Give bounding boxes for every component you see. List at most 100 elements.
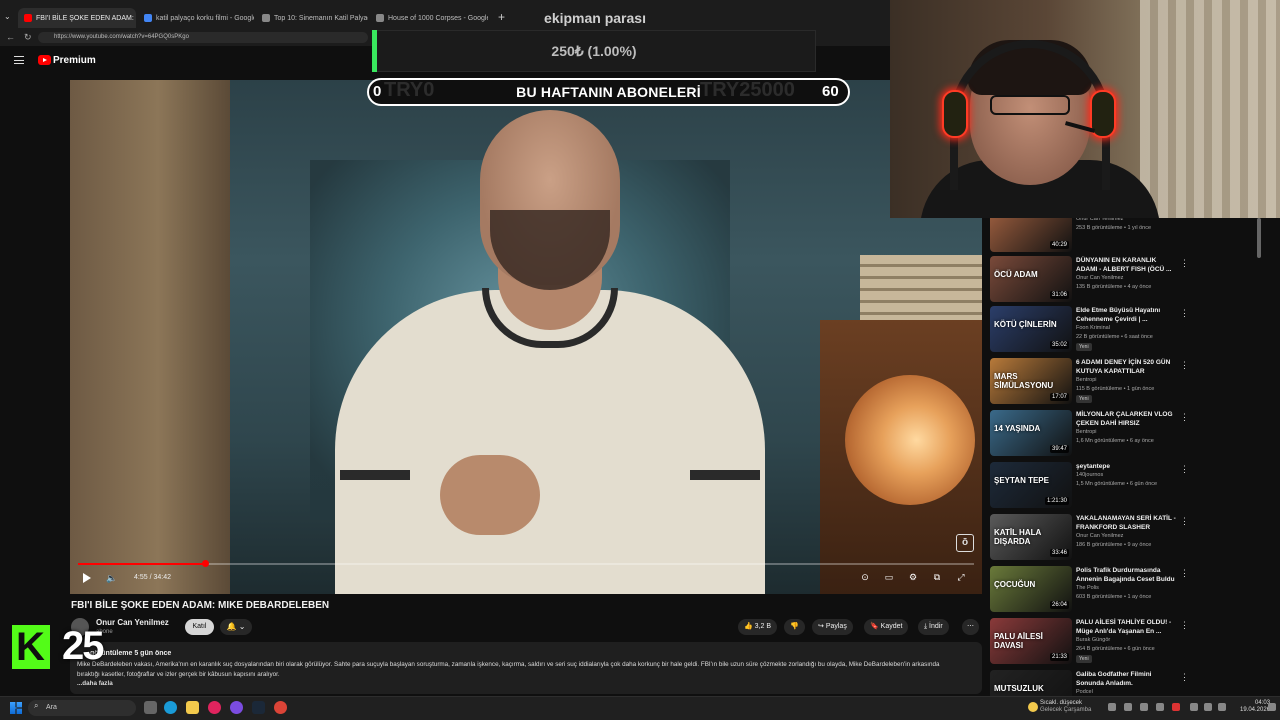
recommended-video-channel[interactable]: Bentropi xyxy=(1076,377,1097,383)
download-button[interactable]: ⤓ İndir xyxy=(918,619,949,635)
browser-tab[interactable]: House of 1000 Corpses - Google'da✕ xyxy=(370,8,488,28)
browser-tab[interactable]: FBI'I BİLE ŞOKE EDEN ADAM: MİKE✕ xyxy=(18,8,136,28)
more-vertical-icon[interactable]: ⋮ xyxy=(1180,672,1189,683)
recommended-video-item[interactable]: ÖCÜ ADAM 31:06 DÜNYANIN EN KARANLIK ADAMI … xyxy=(988,254,1260,305)
video-thumbnail[interactable]: MUTSUZLUK xyxy=(990,670,1072,696)
steam-icon[interactable] xyxy=(252,701,265,714)
recommended-video-title[interactable]: 6 ADAMI DENEY İÇİN 520 GÜN KUTUYA KAPATT… xyxy=(1076,358,1176,376)
video-thumbnail[interactable]: ÇOCUĞUN 26:04 xyxy=(990,566,1072,612)
video-thumbnail[interactable]: PALU AİLESİ DAVASI 21:33 xyxy=(990,618,1072,664)
recommended-video-title[interactable]: YAKALANAMAYAN SERİ KATİL - FRANKFORD SLA… xyxy=(1076,514,1176,532)
channel-watermark-icon[interactable]: ō xyxy=(956,534,974,552)
miniplayer-icon[interactable]: ⧉ xyxy=(930,572,944,584)
join-button[interactable]: Katıl xyxy=(185,619,214,635)
dislike-button[interactable]: 👎 xyxy=(784,619,805,635)
notification-bell-button[interactable]: 🔔 ⌄ xyxy=(220,619,252,635)
recommended-video-channel[interactable]: Foon Kriminal xyxy=(1076,325,1110,331)
more-vertical-icon[interactable]: ⋮ xyxy=(1180,620,1189,631)
taskbar-clock[interactable]: 04:03 19.04.2026 xyxy=(1240,700,1270,714)
task-view-icon[interactable] xyxy=(144,701,157,714)
more-vertical-icon[interactable]: ⋮ xyxy=(1180,412,1189,423)
video-thumbnail[interactable]: ÖCÜ ADAM 31:06 xyxy=(990,256,1072,302)
subtitles-icon[interactable]: ▭ xyxy=(882,572,896,584)
youtube-premium-label[interactable]: Premium xyxy=(53,55,96,66)
recommended-video-channel[interactable]: Onur Can Yenilmez xyxy=(1076,533,1123,539)
file-explorer-icon[interactable] xyxy=(186,701,199,714)
recommended-video-item[interactable]: PALU AİLESİ DAVASI 21:33 PALU AİLESİ TAHLİ… xyxy=(988,616,1260,667)
recommended-video-item[interactable]: KATİL HALA DIŞARDA 33:46 YAKALANAMAYAN SER… xyxy=(988,512,1260,563)
wifi-icon[interactable] xyxy=(1190,703,1198,711)
recommended-video-item[interactable]: ÇOCUĞUN 26:04 Polis Trafik Durdurmasında A… xyxy=(988,564,1260,615)
back-icon[interactable]: ← xyxy=(6,32,15,42)
recommended-video-channel[interactable]: 140journos xyxy=(1076,472,1103,478)
edge-browser-icon[interactable] xyxy=(164,701,177,714)
more-vertical-icon[interactable]: ⋮ xyxy=(1180,464,1189,475)
tray-icon-2[interactable] xyxy=(1140,703,1148,711)
recommended-video-item[interactable]: 40:29LİLLE LİVEROnur Can Yenilmez253 B g… xyxy=(988,218,1260,255)
app-icon-purple[interactable] xyxy=(230,701,243,714)
like-button[interactable]: 👍 3,2 B xyxy=(738,619,778,635)
channel-name[interactable]: Onur Can Yenilmez xyxy=(96,618,169,627)
save-button[interactable]: 🔖 Kaydet xyxy=(864,619,909,635)
speaker-icon[interactable] xyxy=(1204,703,1212,711)
more-vertical-icon[interactable]: ⋮ xyxy=(1180,568,1189,579)
video-player[interactable] xyxy=(70,80,982,594)
recommended-video-title[interactable]: şeytantepe xyxy=(1076,462,1176,471)
video-thumbnail[interactable]: MARS SİMÜLASYONU 17:07 xyxy=(990,358,1072,404)
share-button[interactable]: ↪ Paylaş xyxy=(812,619,853,635)
video-thumbnail[interactable]: 40:29 xyxy=(990,218,1072,252)
tray-icon-1[interactable] xyxy=(1124,703,1132,711)
settings-icon[interactable]: ⚙ xyxy=(906,572,920,584)
recommended-video-title[interactable]: Polis Trafik Durdurmasında Annenin Bagaj… xyxy=(1076,566,1176,584)
chrome-icon[interactable] xyxy=(274,701,287,714)
tray-chevron-icon[interactable] xyxy=(1108,703,1116,711)
sidebar-scrollbar[interactable] xyxy=(1257,218,1261,258)
video-progress-handle[interactable] xyxy=(201,560,209,567)
video-thumbnail[interactable]: 14 YAŞINDA 39:47 xyxy=(990,410,1072,456)
taskbar-search[interactable]: Ara xyxy=(28,700,136,716)
recommended-video-title[interactable]: MİLYONLAR ÇALARKEN VLOG ÇEKEN DAHİ HIRSI… xyxy=(1076,410,1176,428)
recommended-video-title[interactable]: DÜNYANIN EN KARANLIK ADAMI - ALBERT FISH… xyxy=(1076,256,1176,274)
recommended-video-title[interactable]: PALU AİLESİ TAHLİYE OLDU! - Müge Anlı'da… xyxy=(1076,618,1176,636)
more-actions-button[interactable]: ⋯ xyxy=(962,619,979,635)
browser-tab[interactable]: Top 10: Sinemanın Katil Palyaçoları✕ xyxy=(256,8,368,28)
youtube-logo-icon[interactable] xyxy=(38,55,51,65)
video-progress-track[interactable] xyxy=(78,563,974,565)
recommended-video-channel[interactable]: Bentropi xyxy=(1076,429,1097,435)
menu-icon[interactable] xyxy=(14,56,24,64)
recommended-video-item[interactable]: KÖTÜ ÇİNLERİN 35:02 Elde Etme Büyüsü Hayat… xyxy=(988,304,1260,355)
app-icon-red[interactable] xyxy=(208,701,221,714)
recommended-video-item[interactable]: ŞEYTAN TEPE 1:21:30 şeytantepe 140journos 1,… xyxy=(988,460,1260,511)
tray-icon-3[interactable] xyxy=(1156,703,1164,711)
recommended-video-channel[interactable]: Onur Can Yenilmez xyxy=(1076,218,1123,222)
tab-list-dropdown-icon[interactable]: ⌄ xyxy=(4,12,11,21)
recommended-video-channel[interactable]: Burak Güngör xyxy=(1076,637,1110,643)
description-more-link[interactable]: ...daha fazla xyxy=(77,680,113,687)
more-vertical-icon[interactable]: ⋮ xyxy=(1180,218,1189,219)
fullscreen-icon[interactable]: ⤢ xyxy=(954,572,968,584)
autoplay-toggle-icon[interactable]: ⊙ xyxy=(858,572,872,584)
tray-icon-4[interactable] xyxy=(1172,703,1180,711)
recommended-video-channel[interactable]: Podcel xyxy=(1076,689,1093,695)
weather-widget[interactable]: Sıcakl. düşecek Gelecek Çarşamba xyxy=(1040,700,1091,714)
more-vertical-icon[interactable]: ⋮ xyxy=(1180,258,1189,269)
battery-icon[interactable] xyxy=(1218,703,1226,711)
recommended-video-channel[interactable]: Onur Can Yenilmez xyxy=(1076,275,1123,281)
more-vertical-icon[interactable]: ⋮ xyxy=(1180,308,1189,319)
recommended-video-channel[interactable]: The Polis xyxy=(1076,585,1099,591)
play-icon[interactable] xyxy=(83,573,91,583)
notifications-icon[interactable] xyxy=(1268,703,1276,711)
volume-icon[interactable]: 🔈 xyxy=(106,573,117,583)
video-thumbnail[interactable]: ŞEYTAN TEPE 1:21:30 xyxy=(990,462,1072,508)
more-vertical-icon[interactable]: ⋮ xyxy=(1180,360,1189,371)
recommended-video-title[interactable]: Galiba Godfather Filmini Sonunda Anladım… xyxy=(1076,670,1176,688)
url-field[interactable]: https://www.youtube.com/watch?v=64PGQ0sP… xyxy=(38,32,368,43)
video-thumbnail[interactable]: KÖTÜ ÇİNLERİN 35:02 xyxy=(990,306,1072,352)
recommended-video-title[interactable]: Elde Etme Büyüsü Hayatını Cehenneme Çevi… xyxy=(1076,306,1176,324)
recommended-video-item[interactable]: 14 YAŞINDA 39:47 MİLYONLAR ÇALARKEN VLOG Ç… xyxy=(988,408,1260,459)
browser-tab[interactable]: katil palyaço korku filmi - Google'd✕ xyxy=(138,8,254,28)
reload-icon[interactable]: ↻ xyxy=(24,32,32,43)
recommended-video-item[interactable]: MUTSUZLUK Galiba Godfather Filmini Sonund… xyxy=(988,668,1260,696)
recommended-video-item[interactable]: MARS SİMÜLASYONU 17:07 6 ADAMI DENEY İÇİN … xyxy=(988,356,1260,407)
video-thumbnail[interactable]: KATİL HALA DIŞARDA 33:46 xyxy=(990,514,1072,560)
